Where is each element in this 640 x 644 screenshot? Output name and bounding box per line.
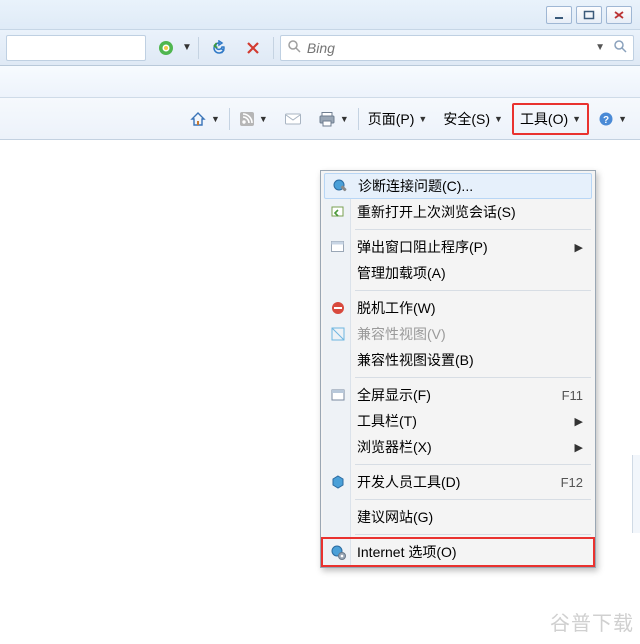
search-input[interactable] <box>307 40 591 56</box>
internet-options-icon <box>329 543 347 561</box>
menu-item-suggested-sites[interactable]: 建议网站(G) <box>323 504 593 530</box>
menu-separator <box>355 464 591 465</box>
separator <box>198 37 199 59</box>
menu-item-label: 兼容性视图设置(B) <box>357 350 583 370</box>
separator <box>358 108 359 130</box>
search-icon <box>287 39 301 56</box>
menu-item-label: 兼容性视图(V) <box>357 324 583 344</box>
menu-item-popup-blocker[interactable]: 弹出窗口阻止程序(P) ▶ <box>323 234 593 260</box>
menu-separator <box>355 229 591 230</box>
page-menu-button[interactable]: 页面(P) ▼ <box>361 103 435 135</box>
separator <box>229 108 230 130</box>
safety-menu-button[interactable]: 安全(S) ▼ <box>436 103 510 135</box>
compat-view-icon <box>329 325 347 343</box>
menu-item-internet-options[interactable]: Internet 选项(O) <box>323 539 593 565</box>
menu-item-label: 脱机工作(W) <box>357 298 583 318</box>
devtools-icon <box>329 473 347 491</box>
menu-item-explorer-bars[interactable]: 浏览器栏(X) ▶ <box>323 434 593 460</box>
menu-item-accelerator: F11 <box>554 388 583 403</box>
safety-menu-label: 安全(S) <box>443 109 490 129</box>
menu-separator <box>355 499 591 500</box>
watermark-text: 谷普下载 <box>550 607 634 636</box>
menu-item-compat-settings[interactable]: 兼容性视图设置(B) <box>323 347 593 373</box>
menu-item-work-offline[interactable]: 脱机工作(W) <box>323 295 593 321</box>
globe-wrench-icon <box>331 177 349 195</box>
feeds-button[interactable]: ▼ <box>232 103 275 135</box>
menu-item-label: 诊断连接问题(C)... <box>358 176 581 196</box>
search-box[interactable]: ▼ <box>280 35 634 61</box>
reopen-session-icon <box>329 203 347 221</box>
window-minimize-button[interactable] <box>546 6 572 24</box>
menu-item-label: 全屏显示(F) <box>357 385 554 405</box>
home-icon <box>189 110 207 128</box>
search-go-button[interactable] <box>613 39 627 56</box>
menu-item-label: 建议网站(G) <box>357 507 583 527</box>
window-close-button[interactable] <box>606 6 632 24</box>
refresh-button[interactable] <box>205 35 233 61</box>
menu-item-reopen-last-session[interactable]: 重新打开上次浏览会话(S) <box>323 199 593 225</box>
submenu-arrow-icon: ▶ <box>575 241 583 254</box>
menu-item-accelerator: F12 <box>553 475 583 490</box>
menu-item-toolbars[interactable]: 工具栏(T) ▶ <box>323 408 593 434</box>
offline-icon <box>329 299 347 317</box>
menu-item-label: 浏览器栏(X) <box>357 437 575 457</box>
menu-item-label: 管理加载项(A) <box>357 263 583 283</box>
tools-menu-label: 工具(O) <box>520 109 568 129</box>
menu-item-manage-addons[interactable]: 管理加载项(A) <box>323 260 593 286</box>
menu-separator <box>355 377 591 378</box>
chevron-down-icon: ▼ <box>418 114 427 124</box>
security-shield-icon[interactable] <box>152 35 180 61</box>
menu-item-label: 工具栏(T) <box>357 411 575 431</box>
menu-item-diagnose-connection[interactable]: 诊断连接问题(C)... <box>324 173 592 199</box>
tabs-row-stub <box>0 66 640 98</box>
menu-item-label: Internet 选项(O) <box>357 542 583 562</box>
help-menu-button[interactable]: ? ▼ <box>591 103 634 135</box>
mail-icon <box>284 112 302 126</box>
chevron-down-icon: ▼ <box>182 42 192 53</box>
window-titlebar <box>0 0 640 30</box>
address-box-stub[interactable] <box>6 35 146 61</box>
chevron-down-icon: ▼ <box>211 114 220 124</box>
rss-icon <box>239 111 255 127</box>
stop-button[interactable] <box>239 35 267 61</box>
home-button[interactable]: ▼ <box>182 103 227 135</box>
chevron-down-icon: ▼ <box>494 114 503 124</box>
command-bar: ▼ ▼ ▼ 页面(P) ▼ 安全(S) ▼ 工具(O) <box>0 98 640 140</box>
page-menu-label: 页面(P) <box>368 109 415 129</box>
tools-menu-button[interactable]: 工具(O) ▼ <box>512 103 589 135</box>
read-mail-button[interactable] <box>277 103 309 135</box>
separator <box>273 37 274 59</box>
window-maximize-button[interactable] <box>576 6 602 24</box>
window-edge-stub <box>632 455 640 533</box>
menu-item-compat-view: 兼容性视图(V) <box>323 321 593 347</box>
svg-text:?: ? <box>603 115 609 126</box>
menu-separator <box>355 290 591 291</box>
menu-item-label: 重新打开上次浏览会话(S) <box>357 202 583 222</box>
menu-item-label: 开发人员工具(D) <box>357 472 553 492</box>
menu-item-label: 弹出窗口阻止程序(P) <box>357 237 575 257</box>
chevron-down-icon: ▼ <box>259 114 268 124</box>
menu-item-dev-tools[interactable]: 开发人员工具(D) F12 <box>323 469 593 495</box>
chevron-down-icon: ▼ <box>572 114 581 124</box>
popup-blocker-icon <box>329 238 347 256</box>
search-provider-dropdown[interactable]: ▼ <box>591 42 609 53</box>
print-icon <box>318 111 336 127</box>
address-toolbar: ▼ ▼ <box>0 30 640 66</box>
submenu-arrow-icon: ▶ <box>575 441 583 454</box>
menu-separator <box>355 534 591 535</box>
tools-dropdown-menu: 诊断连接问题(C)... 重新打开上次浏览会话(S) 弹出窗口阻止程序(P) ▶… <box>320 170 596 568</box>
menu-item-fullscreen[interactable]: 全屏显示(F) F11 <box>323 382 593 408</box>
chevron-down-icon: ▼ <box>618 114 627 124</box>
fullscreen-icon <box>329 386 347 404</box>
help-icon: ? <box>598 111 614 127</box>
submenu-arrow-icon: ▶ <box>575 415 583 428</box>
chevron-down-icon: ▼ <box>340 114 349 124</box>
print-button[interactable]: ▼ <box>311 103 356 135</box>
